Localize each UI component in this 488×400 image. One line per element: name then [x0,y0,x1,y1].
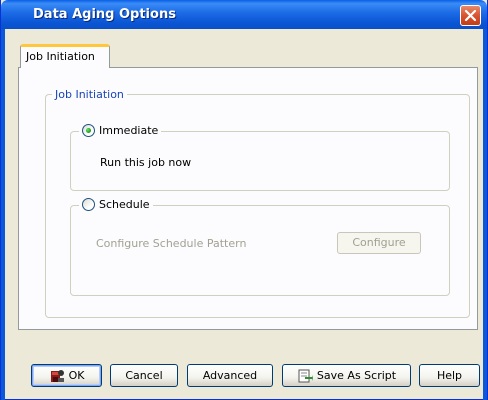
job-initiation-group: Job Initiation Immediate Run this job no… [45,88,470,318]
schedule-radio-option[interactable]: Schedule [79,198,153,211]
title-bar[interactable]: Data Aging Options [1,0,487,29]
close-icon [464,9,477,22]
schedule-group: Schedule Configure Schedule Pattern Conf… [70,198,450,296]
job-initiation-group-title: Job Initiation [52,88,127,101]
window-border-right [483,29,487,400]
dialog-window: Data Aging Options Job Initiation Job In… [0,0,488,400]
immediate-label: Immediate [99,124,159,137]
save-script-icon [298,369,313,382]
ok-label: OK [68,369,85,382]
tab-label: Job Initiation [26,50,95,63]
configure-button[interactable]: Configure [337,232,421,254]
help-button[interactable]: Help [419,364,480,387]
ok-icon [50,369,64,382]
schedule-pattern-label: Configure Schedule Pattern [96,237,247,250]
immediate-group: Immediate Run this job now [70,124,450,191]
schedule-label: Schedule [99,198,150,211]
ok-button[interactable]: OK [31,364,102,387]
window-border-left [1,29,5,400]
close-button[interactable] [460,5,481,26]
tab-panel: Job Initiation Immediate Run this job no… [18,67,478,330]
cancel-button[interactable]: Cancel [110,364,178,387]
immediate-radio[interactable] [82,124,95,137]
immediate-radio-option[interactable]: Immediate [79,124,162,137]
immediate-description: Run this job now [100,156,192,169]
schedule-radio[interactable] [82,198,95,211]
save-as-script-label: Save As Script [316,369,397,382]
tab-job-initiation[interactable]: Job Initiation [20,44,110,68]
save-as-script-button[interactable]: Save As Script [282,364,411,387]
window-title: Data Aging Options [33,7,176,22]
advanced-button[interactable]: Advanced [187,364,273,387]
